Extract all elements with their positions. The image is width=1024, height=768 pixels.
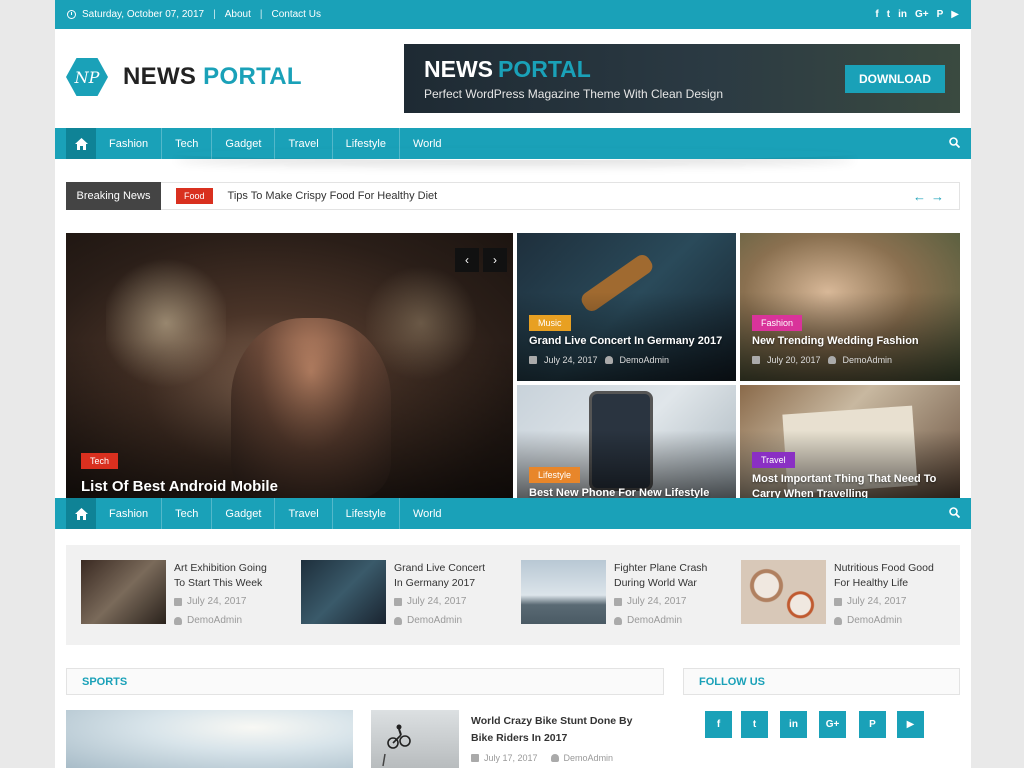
calendar-icon — [471, 754, 479, 762]
post-thumbnail[interactable] — [741, 560, 826, 624]
user-icon — [614, 616, 622, 625]
recent-posts-strip: Art Exhibition Going To Start This Week … — [66, 545, 960, 645]
post-title[interactable]: Best New Phone For New Lifestyle — [529, 487, 709, 498]
clock-icon — [67, 10, 76, 19]
current-date: Saturday, October 07, 2017 — [82, 9, 205, 20]
sports-featured-image[interactable] — [66, 710, 353, 768]
category-badge[interactable]: Travel — [752, 452, 795, 468]
post-title[interactable]: Most Important Thing That Need To Carry … — [752, 472, 948, 498]
google-plus-icon[interactable]: G+ — [915, 9, 929, 20]
bike-stunt-icon — [382, 724, 411, 767]
user-icon — [827, 356, 836, 364]
nav-fashion[interactable]: Fashion — [96, 128, 163, 159]
user-icon — [174, 616, 182, 625]
facebook-icon[interactable]: f — [705, 711, 732, 738]
slider-prev-button[interactable]: ‹ — [455, 248, 479, 272]
user-icon — [550, 754, 559, 762]
post-title[interactable]: Grand Live Concert In Germany 2017 — [394, 561, 494, 591]
nav-lifestyle[interactable]: Lifestyle — [333, 498, 400, 529]
breaking-news-label: Breaking News — [66, 182, 161, 210]
user-icon — [834, 616, 842, 625]
social-links: f t in G+ P ▶ — [875, 9, 959, 20]
slider-controls: ‹ › — [455, 248, 507, 272]
hero-tile-music[interactable]: Music Grand Live Concert In Germany 2017… — [517, 233, 736, 381]
download-button[interactable]: DOWNLOAD — [845, 65, 945, 93]
about-link[interactable]: About — [225, 9, 251, 20]
hero-tile-travel[interactable]: Travel Most Important Thing That Need To… — [740, 385, 960, 498]
contact-link[interactable]: Contact Us — [271, 9, 320, 20]
post-title[interactable]: New Trending Wedding Fashion — [752, 335, 919, 347]
pinterest-icon[interactable]: P — [937, 9, 944, 20]
home-icon[interactable] — [66, 128, 96, 159]
breaking-category-badge[interactable]: Food — [176, 188, 213, 204]
home-icon[interactable] — [66, 498, 96, 529]
header-banner[interactable]: NEWS PORTAL Perfect WordPress Magazine Th… — [404, 44, 960, 113]
google-plus-icon[interactable]: G+ — [819, 711, 846, 738]
nav-world[interactable]: World — [400, 498, 455, 529]
calendar-icon — [752, 356, 760, 364]
linkedin-icon[interactable]: in — [898, 9, 907, 20]
sports-section-heading[interactable]: SPORTS — [66, 668, 664, 695]
calendar-icon — [174, 597, 182, 606]
calendar-icon — [529, 356, 537, 364]
breaking-headline[interactable]: Tips To Make Crispy Food For Healthy Die… — [228, 190, 438, 202]
post-title[interactable]: Art Exhibition Going To Start This Week — [174, 561, 274, 591]
banner-title: NEWS PORTAL — [424, 56, 591, 82]
follow-us-heading: FOLLOW US — [683, 668, 960, 695]
post-title[interactable]: List Of Best Android Mobile — [81, 478, 278, 495]
sticky-nav: Fashion Tech Gadget Travel Lifestyle Wor… — [55, 498, 971, 529]
nav-fashion[interactable]: Fashion — [96, 498, 163, 529]
pinterest-icon[interactable]: P — [859, 711, 886, 738]
youtube-icon[interactable]: ▶ — [897, 711, 924, 738]
post-thumbnail[interactable] — [81, 560, 166, 624]
twitter-icon[interactable]: t — [741, 711, 768, 738]
page: Saturday, October 07, 2017 | About | Con… — [55, 0, 971, 768]
banner-subtitle: Perfect WordPress Magazine Theme With Cl… — [424, 87, 724, 101]
post-thumbnail[interactable] — [371, 710, 459, 768]
category-badge[interactable]: Music — [529, 315, 571, 331]
linkedin-icon[interactable]: in — [780, 711, 807, 738]
calendar-icon — [614, 597, 622, 606]
calendar-icon — [394, 597, 402, 606]
twitter-icon[interactable]: t — [887, 9, 890, 20]
site-title[interactable]: NEWS PORTAL — [123, 63, 302, 91]
nav-travel[interactable]: Travel — [275, 498, 333, 529]
breaking-news-bar: Breaking News Food Tips To Make Crispy F… — [66, 182, 960, 210]
hero-tile-lifestyle[interactable]: Lifestyle Best New Phone For New Lifesty… — [517, 385, 736, 498]
facebook-icon[interactable]: f — [875, 9, 878, 20]
category-badge[interactable]: Lifestyle — [529, 467, 581, 483]
category-badge[interactable]: Fashion — [752, 315, 803, 331]
calendar-icon — [834, 597, 842, 606]
logo-icon[interactable]: NP — [66, 58, 108, 96]
post-thumbnail[interactable] — [301, 560, 386, 624]
post-title[interactable]: Fighter Plane Crash During World War — [614, 561, 714, 591]
user-icon — [604, 356, 613, 364]
search-icon[interactable] — [949, 136, 961, 151]
user-icon — [394, 616, 402, 625]
hero-tile-fashion[interactable]: Fashion New Trending Wedding Fashion Jul… — [740, 233, 960, 381]
post-thumbnail[interactable] — [521, 560, 606, 624]
post-title[interactable]: Nutritious Food Good For Healthy Life — [834, 561, 934, 591]
nav-tech[interactable]: Tech — [162, 498, 213, 529]
search-icon[interactable] — [949, 506, 961, 521]
top-bar: Saturday, October 07, 2017 | About | Con… — [55, 0, 971, 29]
post-title[interactable]: World Crazy Bike Stunt Done By Bike Ride… — [471, 713, 656, 747]
category-badge[interactable]: Tech — [81, 453, 119, 469]
hero-main-post[interactable]: ‹ › Tech List Of Best Android Mobile — [66, 233, 513, 498]
youtube-icon[interactable]: ▶ — [951, 9, 959, 20]
post-title[interactable]: Grand Live Concert In Germany 2017 — [529, 335, 722, 347]
slider-next-button[interactable]: › — [483, 248, 507, 272]
nav-gadget[interactable]: Gadget — [212, 498, 276, 529]
breaking-arrows[interactable]: ←→ — [913, 189, 949, 204]
